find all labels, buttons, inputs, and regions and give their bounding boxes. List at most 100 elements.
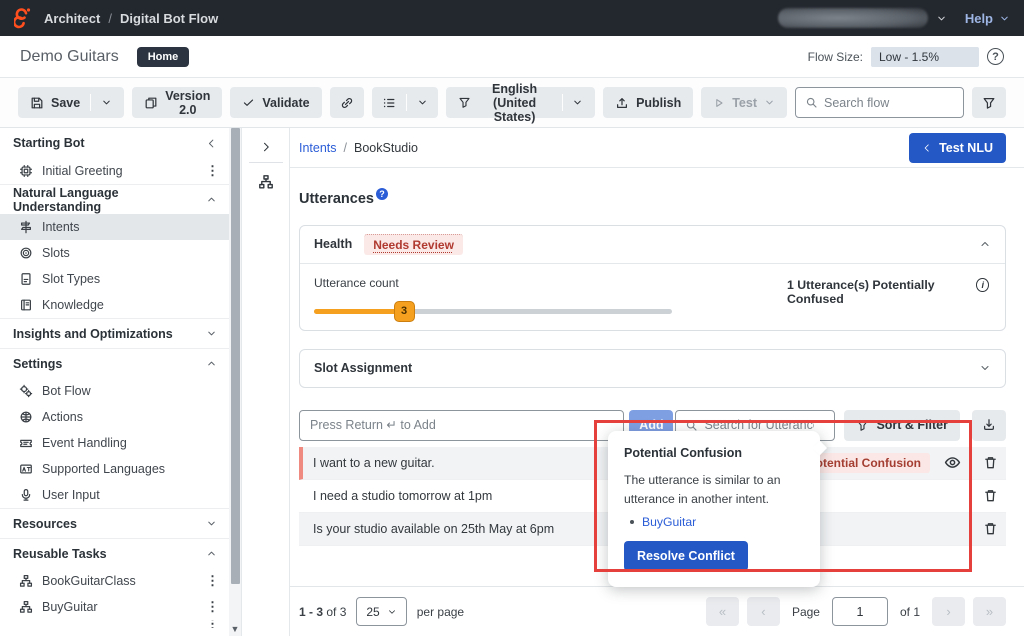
sidebar-item-supported-languages[interactable]: Supported Languages xyxy=(0,456,229,482)
scrollbar-thumb[interactable] xyxy=(231,128,240,584)
save-icon xyxy=(30,96,44,110)
chevron-down-icon xyxy=(387,607,397,617)
sidebar-item-slot-types[interactable]: Slot Types xyxy=(0,266,229,292)
first-page-button[interactable]: « xyxy=(706,597,739,626)
sitemap-icon[interactable] xyxy=(258,174,274,190)
sidebar-item-actions[interactable]: Actions xyxy=(0,404,229,430)
chevron-right-icon[interactable] xyxy=(252,137,280,162)
top-bar: Architect / Digital Bot Flow Help xyxy=(0,0,1024,36)
list-icon xyxy=(382,96,396,110)
sidebar-item-event-handling[interactable]: Event Handling xyxy=(0,430,229,456)
actions-globe-icon xyxy=(19,410,33,424)
language-selector[interactable]: English (United States) xyxy=(446,87,595,118)
chevron-down-icon[interactable] xyxy=(979,362,991,374)
sidebar-item-bot-flow[interactable]: Bot Flow xyxy=(0,378,229,404)
sidebar-section-reusable-tasks[interactable]: Reusable Tasks xyxy=(0,538,229,568)
scrollbar-down-arrow[interactable]: ▼ xyxy=(229,624,241,634)
list-view-button[interactable] xyxy=(372,87,438,118)
chevron-down-icon[interactable] xyxy=(417,97,428,108)
breadcrumb: Architect / Digital Bot Flow xyxy=(44,11,218,26)
chevron-down-icon[interactable] xyxy=(572,97,583,108)
sitemap-icon xyxy=(19,574,33,588)
flow-filter-button[interactable] xyxy=(972,87,1006,118)
link-icon xyxy=(340,96,354,110)
flow-search-input[interactable] xyxy=(824,96,954,110)
help-menu[interactable]: Help xyxy=(965,11,1010,26)
kebab-menu-icon[interactable]: ⋮ xyxy=(206,163,219,179)
test-nlu-button[interactable]: Test NLU xyxy=(909,133,1006,163)
sidebar-item-buyguitar[interactable]: BuyGuitar ⋮ xyxy=(0,594,229,620)
kebab-menu-icon[interactable]: ⋮ xyxy=(206,599,219,615)
slot-assignment-panel[interactable]: Slot Assignment xyxy=(299,349,1006,388)
flow-search[interactable] xyxy=(795,87,964,118)
utterance-count-slider[interactable]: 3 xyxy=(314,309,672,314)
eye-icon[interactable] xyxy=(944,454,961,471)
trash-icon[interactable] xyxy=(983,455,998,470)
chevron-down-icon xyxy=(999,13,1010,24)
prev-page-button[interactable]: ‹ xyxy=(747,597,780,626)
breadcrumb-intents-link[interactable]: Intents xyxy=(299,141,337,155)
chevron-up-icon[interactable] xyxy=(206,358,217,369)
slider-thumb[interactable]: 3 xyxy=(394,301,415,322)
per-page-label: per page xyxy=(417,605,464,619)
chevron-down-icon[interactable] xyxy=(206,518,217,529)
health-panel: Health Needs Review Utterance count 3 1 … xyxy=(299,225,1006,331)
needs-review-badge[interactable]: Needs Review xyxy=(364,234,463,255)
publish-button[interactable]: Publish xyxy=(603,87,693,118)
help-icon[interactable]: ? xyxy=(376,188,388,200)
breadcrumb-current: BookStudio xyxy=(354,141,418,155)
sidebar-item-initial-greeting[interactable]: Initial Greeting ⋮ xyxy=(0,158,229,184)
flow-name: Demo Guitars xyxy=(20,48,119,66)
chevron-up-icon[interactable] xyxy=(979,238,991,250)
sidebar-section-starting-bot[interactable]: Starting Bot xyxy=(0,128,229,158)
page-number-input[interactable] xyxy=(832,597,888,626)
last-page-button[interactable]: » xyxy=(973,597,1006,626)
validate-button[interactable]: Validate xyxy=(230,87,321,118)
version-copy-icon xyxy=(144,96,158,110)
page-size-select[interactable]: 25 xyxy=(356,597,406,626)
sidebar-item-bookguitarclass[interactable]: BookGuitarClass ⋮ xyxy=(0,568,229,594)
sidebar-section-settings[interactable]: Settings xyxy=(0,348,229,378)
sidebar-section-insights[interactable]: Insights and Optimizations xyxy=(0,318,229,348)
kebab-menu-icon[interactable]: ⋮ xyxy=(206,573,219,589)
chevron-left-icon[interactable] xyxy=(206,138,217,149)
intent-breadcrumb: Intents / BookStudio xyxy=(299,141,418,155)
sidebar-item-intents[interactable]: Intents xyxy=(0,214,229,240)
chevron-down-icon[interactable] xyxy=(101,97,112,108)
trash-icon[interactable] xyxy=(983,521,998,536)
version-button[interactable]: Version 2.0 xyxy=(132,87,222,118)
sidebar-scrollbar[interactable]: ▼ xyxy=(229,128,241,636)
kebab-menu-icon: ⋮ xyxy=(206,620,219,628)
resolve-conflict-button[interactable]: Resolve Conflict xyxy=(624,541,748,571)
funnel-icon xyxy=(856,419,869,432)
funnel-icon xyxy=(458,96,471,109)
sidebar-item-knowledge[interactable]: Knowledge xyxy=(0,292,229,318)
sidebar-section-nlu[interactable]: Natural Language Understanding xyxy=(0,184,229,214)
info-circle-icon[interactable]: i xyxy=(976,278,989,292)
range-text: 1 - 3 xyxy=(299,605,323,619)
buyguitar-link[interactable]: BuyGuitar xyxy=(642,515,696,529)
chevron-down-icon[interactable] xyxy=(206,328,217,339)
save-button[interactable]: Save xyxy=(18,87,124,118)
test-button[interactable]: Test xyxy=(701,87,787,118)
import-utterances-button[interactable] xyxy=(972,410,1006,441)
knowledge-book-icon xyxy=(19,298,33,312)
trash-icon[interactable] xyxy=(983,488,998,503)
user-menu[interactable] xyxy=(778,8,947,28)
sidebar-item-user-input[interactable]: User Input xyxy=(0,482,229,508)
chevron-up-icon[interactable] xyxy=(206,548,217,559)
main-panel: Intents / BookStudio Test NLU Utterances… xyxy=(290,128,1024,636)
link-button[interactable] xyxy=(330,87,364,118)
sidebar-section-resources[interactable]: Resources xyxy=(0,508,229,538)
question-circle-icon[interactable]: ? xyxy=(987,48,1004,65)
next-page-button[interactable]: › xyxy=(932,597,965,626)
pagination-bar: 1 - 3 of 3 25 per page « ‹ Page of 1 › » xyxy=(290,586,1024,636)
sort-filter-button[interactable]: Sort & Filter xyxy=(844,410,960,441)
home-badge: Home xyxy=(137,47,190,67)
sidebar: Starting Bot Initial Greeting ⋮ Natural … xyxy=(0,128,242,636)
chevron-up-icon[interactable] xyxy=(206,194,217,205)
add-utterance-input[interactable] xyxy=(299,410,624,441)
utterance-count-label: Utterance count xyxy=(314,276,672,290)
sidebar-item-partial: ⋮ xyxy=(0,620,229,628)
sidebar-item-slots[interactable]: Slots xyxy=(0,240,229,266)
